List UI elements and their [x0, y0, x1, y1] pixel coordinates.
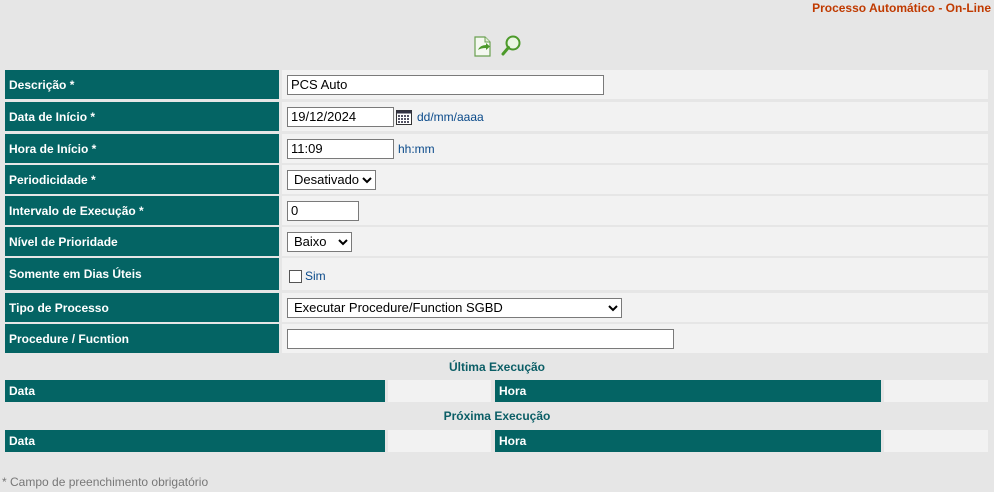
- procedure-label: Procedure / Fucntion: [5, 324, 279, 353]
- hora-inicio-input[interactable]: [287, 138, 394, 159]
- periodicidade-label: Periodicidade *: [5, 165, 279, 194]
- calendar-icon[interactable]: [396, 109, 412, 125]
- row-hora-inicio: Hora de Início * hh:mm: [5, 134, 988, 163]
- row-periodicidade: Periodicidade * Desativado: [5, 165, 988, 194]
- procedure-cell: [282, 324, 988, 353]
- prioridade-cell: Baixo: [282, 227, 988, 256]
- proxima-hora-label: Hora: [495, 430, 881, 452]
- intervalo-cell: [282, 196, 988, 225]
- date-format-hint: dd/mm/aaaa: [417, 109, 484, 124]
- ultima-data-label: Data: [5, 380, 385, 402]
- tipo-processo-cell: Executar Procedure/Function SGBD: [282, 293, 988, 322]
- descricao-label: Descrição *: [5, 70, 279, 99]
- periodicidade-select[interactable]: Desativado: [287, 169, 376, 190]
- prioridade-label: Nível de Prioridade: [5, 227, 279, 256]
- proxima-execucao-title: Próxima Execução: [443, 409, 551, 423]
- procedure-input[interactable]: [287, 328, 674, 349]
- row-descricao: Descrição *: [5, 70, 988, 99]
- hora-inicio-label: Hora de Início *: [5, 134, 279, 163]
- prioridade-select[interactable]: Baixo: [287, 231, 352, 252]
- required-field-note: * Campo de preenchimento obrigatório: [2, 475, 209, 489]
- row-tipo-processo: Tipo de Processo Executar Procedure/Func…: [5, 293, 988, 322]
- dias-uteis-control: Sim: [287, 269, 326, 283]
- intervalo-label: Intervalo de Execução *: [5, 196, 279, 225]
- ultima-execucao-title: Última Execução: [448, 360, 546, 374]
- intervalo-input[interactable]: [287, 200, 359, 221]
- row-data-inicio: Data de Início * dd/mm/aaaa: [5, 102, 988, 131]
- tipo-processo-select[interactable]: Executar Procedure/Function SGBD: [287, 297, 622, 318]
- descricao-input[interactable]: [287, 74, 604, 95]
- time-format-hint: hh:mm: [398, 141, 435, 156]
- search-icon[interactable]: [499, 33, 523, 59]
- toolbar: [471, 33, 523, 61]
- proxima-data-value: [388, 430, 491, 452]
- data-inicio-label: Data de Início *: [5, 102, 279, 131]
- data-inicio-cell: dd/mm/aaaa: [282, 102, 988, 131]
- row-prioridade: Nível de Prioridade Baixo: [5, 227, 988, 256]
- ultima-hora-label: Hora: [495, 380, 881, 402]
- row-dias-uteis: Somente em Dias Úteis Sim: [5, 258, 988, 290]
- dias-uteis-label: Somente em Dias Úteis: [5, 258, 279, 290]
- dias-uteis-checkbox[interactable]: [289, 269, 302, 283]
- page-title: Processo Automático - On-Line: [812, 1, 991, 15]
- dias-uteis-cell: Sim: [282, 258, 988, 290]
- hora-inicio-cell: hh:mm: [282, 134, 988, 163]
- proxima-hora-value: [884, 430, 988, 452]
- ultima-execucao-row: Data Hora: [0, 380, 994, 402]
- tipo-processo-label: Tipo de Processo: [5, 293, 279, 322]
- dias-uteis-checkbox-label[interactable]: Sim: [305, 269, 326, 283]
- row-intervalo: Intervalo de Execução *: [5, 196, 988, 225]
- ultima-hora-value: [884, 380, 988, 402]
- add-document-icon[interactable]: [471, 33, 495, 59]
- periodicidade-cell: Desativado: [282, 165, 988, 194]
- ultima-data-value: [388, 380, 491, 402]
- data-inicio-input[interactable]: [287, 106, 394, 127]
- row-procedure: Procedure / Fucntion: [5, 324, 988, 353]
- descricao-cell: [282, 70, 988, 99]
- proxima-data-label: Data: [5, 430, 385, 452]
- proxima-execucao-row: Data Hora: [0, 430, 994, 452]
